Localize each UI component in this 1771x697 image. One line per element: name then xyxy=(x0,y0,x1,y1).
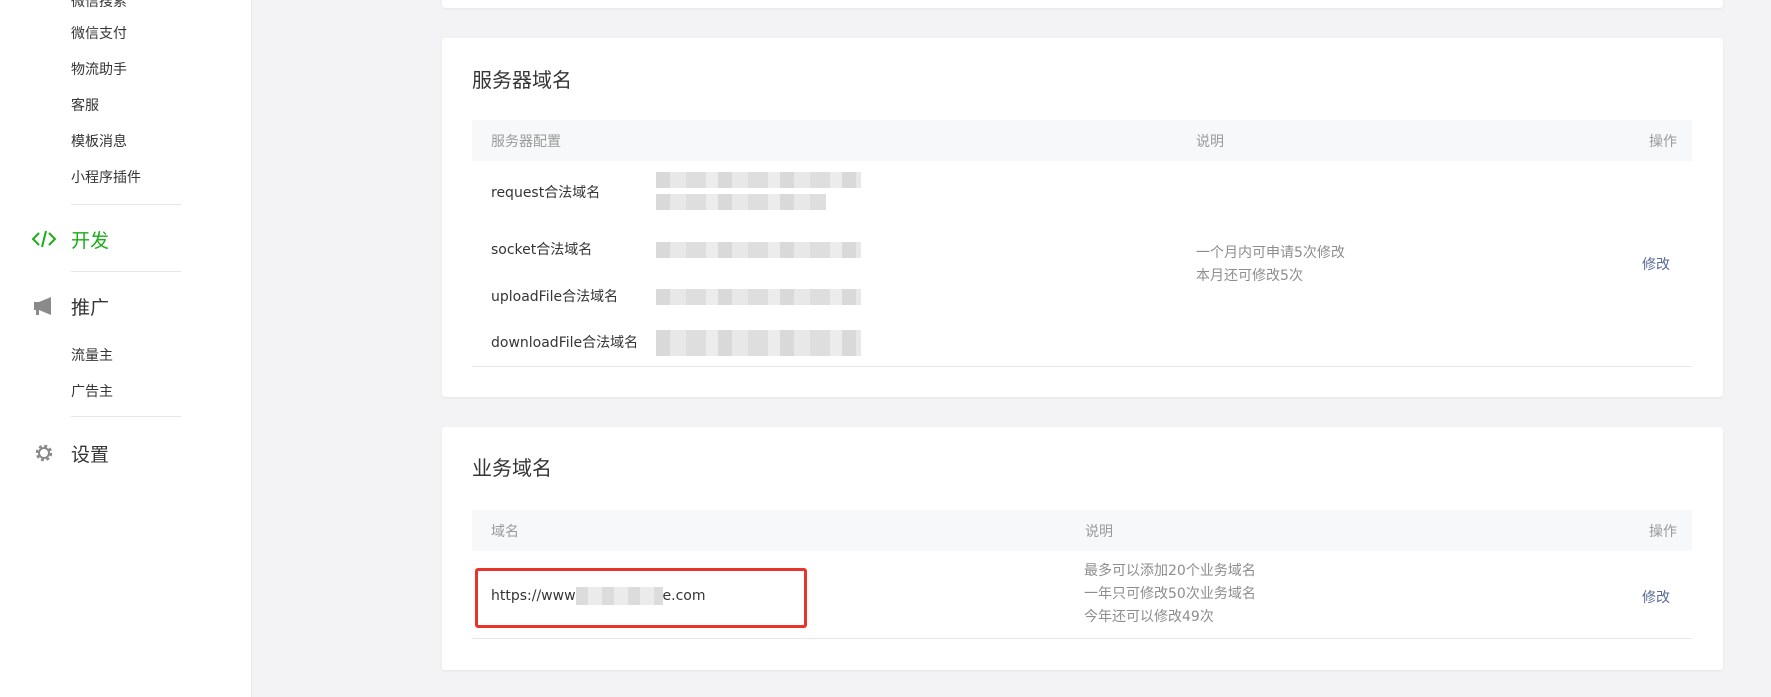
business-domain-title: 业务域名 xyxy=(472,456,552,480)
column-header-action: 操作 xyxy=(1649,134,1677,150)
business-domain-desc-1: 最多可以添加20个业务域名 xyxy=(1084,563,1256,579)
blurred-value xyxy=(656,172,861,188)
sidebar-item-advertiser[interactable]: 广告主 xyxy=(71,382,113,402)
business-domain-edit-link[interactable]: 修改 xyxy=(1642,587,1670,607)
sidebar-divider xyxy=(71,416,181,417)
sidebar-group-settings-label: 设置 xyxy=(71,443,110,466)
gear-icon xyxy=(32,441,56,465)
business-domain-card: 业务域名 域名 说明 操作 https://www e.com 最多可以添加20个… xyxy=(442,427,1723,670)
business-domain-table-header: 域名 说明 操作 xyxy=(472,510,1692,551)
server-domain-title: 服务器域名 xyxy=(472,68,572,92)
blurred-value xyxy=(656,194,826,210)
sidebar-item-traffic-owner[interactable]: 流量主 xyxy=(71,346,113,366)
column-header-desc: 说明 xyxy=(1196,134,1224,150)
business-domain-desc-3: 今年还可以修改49次 xyxy=(1084,609,1214,625)
sidebar-item-logistics[interactable]: 物流助手 xyxy=(71,60,127,80)
server-domain-edit-link[interactable]: 修改 xyxy=(1642,254,1670,274)
server-domain-table-header: 服务器配置 说明 操作 xyxy=(472,120,1692,161)
sidebar-group-promo[interactable]: 推广 xyxy=(32,291,109,321)
business-domain-desc-2: 一年只可修改50次业务域名 xyxy=(1084,586,1256,602)
previous-card xyxy=(442,0,1723,8)
row-divider xyxy=(472,366,1692,367)
column-header-desc: 说明 xyxy=(1085,524,1113,540)
code-icon xyxy=(32,227,56,251)
row-divider xyxy=(472,638,1692,639)
sidebar-item-customer-service[interactable]: 客服 xyxy=(71,96,99,116)
row-label-upload: uploadFile合法域名 xyxy=(491,289,619,305)
sidebar-group-dev[interactable]: 开发 xyxy=(32,224,109,254)
sidebar-group-settings[interactable]: 设置 xyxy=(32,438,109,468)
sidebar-item-wechat-search[interactable]: 微信搜索 xyxy=(71,0,127,12)
sidebar-item-plugins[interactable]: 小程序插件 xyxy=(71,168,141,188)
sidebar-item-template-message[interactable]: 模板消息 xyxy=(71,132,127,152)
annotation-highlight-box xyxy=(475,568,807,628)
blurred-value xyxy=(656,289,861,305)
sidebar-group-dev-label: 开发 xyxy=(71,229,110,252)
sidebar-divider xyxy=(71,271,181,272)
server-domain-desc-2: 本月还可修改5次 xyxy=(1196,268,1303,284)
blurred-value xyxy=(656,330,861,356)
column-header-config: 服务器配置 xyxy=(491,134,561,150)
row-label-socket: socket合法域名 xyxy=(491,242,593,258)
blurred-value xyxy=(656,242,861,258)
column-header-action: 操作 xyxy=(1649,524,1677,540)
row-label-request: request合法域名 xyxy=(491,185,601,201)
row-label-download: downloadFile合法域名 xyxy=(491,335,639,351)
column-header-domain: 域名 xyxy=(491,524,519,540)
sidebar: 微信搜索 微信支付 物流助手 客服 模板消息 小程序插件 开发 推广 流量主 广… xyxy=(0,0,252,697)
server-domain-card: 服务器域名 服务器配置 说明 操作 request合法域名 socket合法域名… xyxy=(442,38,1723,397)
sidebar-divider xyxy=(71,204,181,205)
sidebar-item-wechat-pay[interactable]: 微信支付 xyxy=(71,24,127,44)
server-domain-desc-1: 一个月内可申请5次修改 xyxy=(1196,245,1345,261)
megaphone-icon xyxy=(32,294,56,318)
sidebar-group-promo-label: 推广 xyxy=(71,296,110,319)
